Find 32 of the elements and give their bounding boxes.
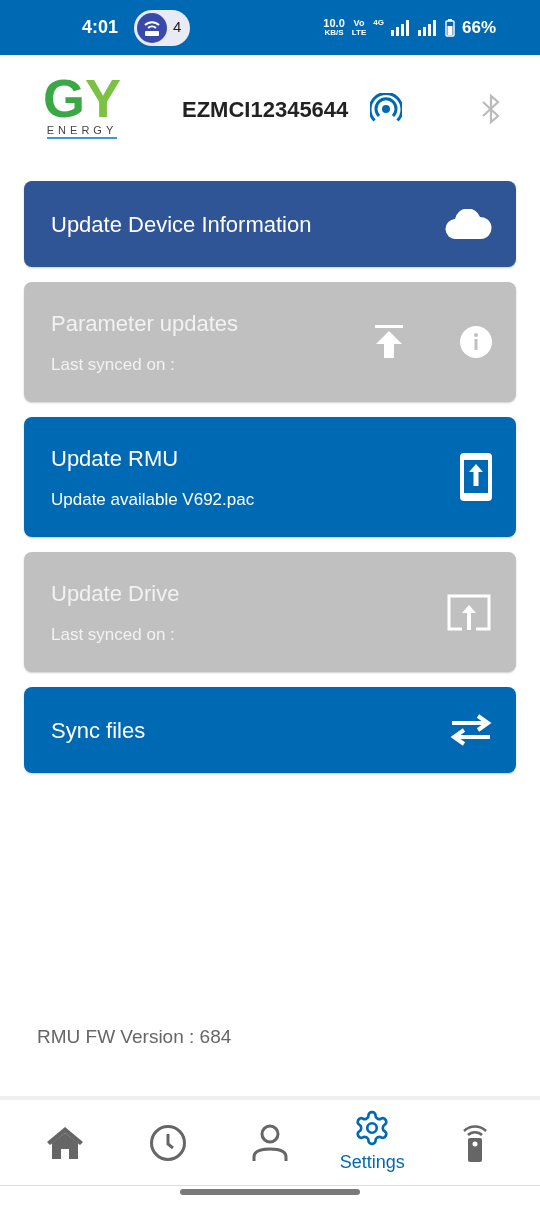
speed-unit: KB/S bbox=[324, 27, 344, 37]
battery-percent: 66% bbox=[461, 16, 496, 39]
remote-icon bbox=[461, 1123, 488, 1162]
person-icon bbox=[251, 1123, 288, 1162]
speed-value: 10.0 bbox=[323, 18, 345, 28]
action-card[interactable]: Sync files bbox=[24, 687, 516, 773]
firmware-version: RMU FW Version : 684 bbox=[37, 1025, 232, 1049]
clock-icon bbox=[148, 1123, 187, 1162]
screen-upload-icon bbox=[446, 593, 492, 631]
volte-label: Vo bbox=[353, 18, 365, 28]
home-icon bbox=[46, 1125, 85, 1160]
router-icon bbox=[137, 12, 168, 43]
card-subtitle: Update available V692.pac bbox=[51, 488, 256, 511]
card-title: Update Device Information bbox=[51, 210, 313, 239]
signal-icon bbox=[417, 19, 438, 36]
network-type: 4G bbox=[373, 16, 384, 29]
action-card[interactable]: Update Device Information bbox=[24, 181, 516, 267]
battery-icon bbox=[444, 18, 455, 37]
nav-tab[interactable]: Settings bbox=[332, 1107, 413, 1178]
hotspot-count: 4 bbox=[173, 17, 182, 38]
logo: GY ENERGY bbox=[37, 73, 127, 145]
card-title: Update RMU bbox=[51, 444, 180, 473]
card-title: Sync files bbox=[51, 716, 147, 745]
swap-arrows-icon bbox=[450, 714, 492, 746]
upload-icon bbox=[374, 325, 404, 359]
clock-time: 4:01 bbox=[82, 16, 119, 39]
signal-icon bbox=[390, 19, 411, 36]
lte-label: LTE bbox=[351, 27, 367, 37]
phone-upload-icon bbox=[460, 453, 492, 501]
cloud-icon bbox=[444, 209, 492, 239]
device-id: EZMCI12345644 bbox=[182, 95, 349, 124]
action-card[interactable]: Update RMU Update available V692.pac bbox=[24, 417, 516, 537]
